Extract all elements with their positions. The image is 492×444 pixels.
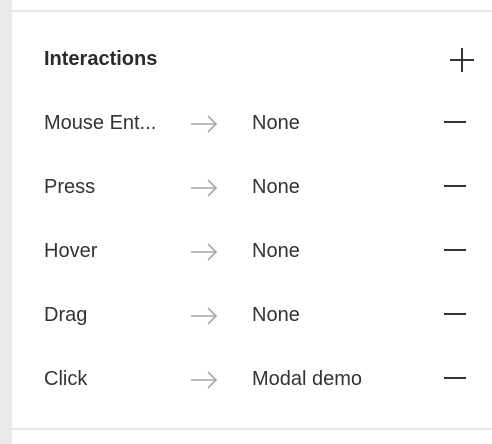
- arrow-right-icon: [191, 243, 218, 261]
- section-header: Interactions: [44, 46, 474, 76]
- section-title: Interactions: [44, 48, 158, 70]
- minus-icon[interactable]: [444, 377, 466, 379]
- interaction-row: Drag None: [44, 302, 474, 332]
- interaction-row: Mouse Ent... None: [44, 110, 474, 140]
- target-dropdown[interactable]: None: [252, 304, 300, 327]
- interaction-row: Hover None: [44, 238, 474, 268]
- target-dropdown[interactable]: None: [252, 176, 300, 199]
- arrow-right-icon: [191, 115, 218, 133]
- arrow-right-icon: [191, 179, 218, 197]
- target-dropdown[interactable]: None: [252, 240, 300, 263]
- event-dropdown[interactable]: Mouse Ent...: [44, 112, 156, 135]
- target-dropdown[interactable]: None: [252, 112, 300, 135]
- interaction-row: Press None: [44, 174, 474, 204]
- event-dropdown[interactable]: Click: [44, 368, 87, 391]
- plus-icon[interactable]: [450, 48, 474, 72]
- event-dropdown[interactable]: Press: [44, 176, 95, 199]
- event-dropdown[interactable]: Drag: [44, 304, 87, 327]
- arrow-right-icon: [191, 307, 218, 325]
- interactions-section: Interactions Mouse Ent... None Press Non…: [12, 12, 492, 428]
- minus-icon[interactable]: [444, 249, 466, 251]
- target-dropdown[interactable]: Modal demo: [252, 368, 362, 391]
- minus-icon[interactable]: [444, 121, 466, 123]
- arrow-right-icon: [191, 371, 218, 389]
- event-dropdown[interactable]: Hover: [44, 240, 97, 263]
- left-panel-edge: [0, 0, 12, 444]
- bottom-divider: [12, 428, 492, 430]
- interaction-row: Click Modal demo: [44, 366, 474, 396]
- minus-icon[interactable]: [444, 185, 466, 187]
- minus-icon[interactable]: [444, 313, 466, 315]
- interactions-panel-frame: Interactions Mouse Ent... None Press Non…: [0, 0, 492, 444]
